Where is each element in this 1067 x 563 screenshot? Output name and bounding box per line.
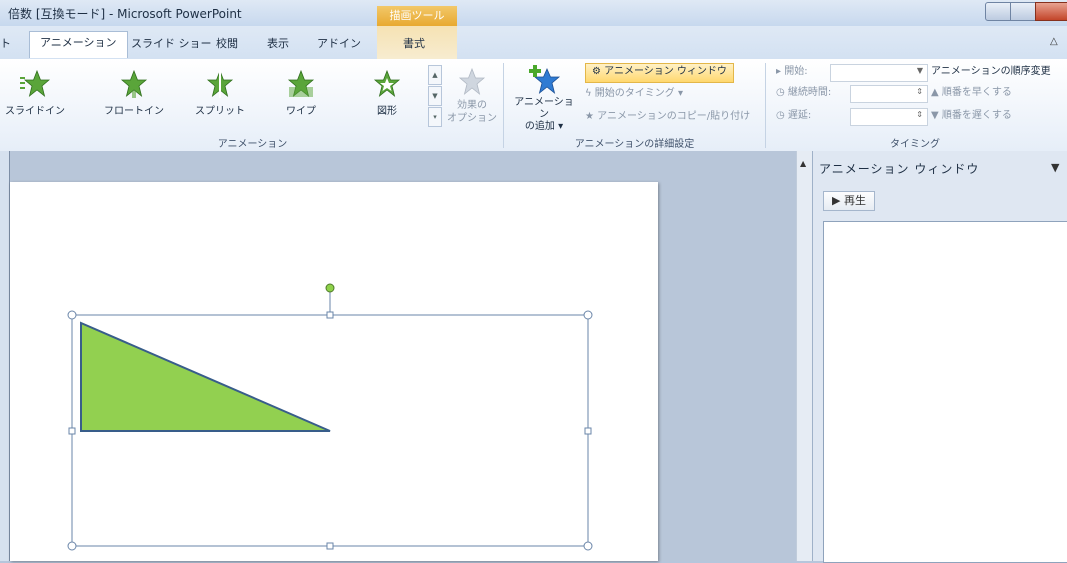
- clock-icon: ◷: [776, 87, 785, 98]
- move-earlier-button[interactable]: ▲ 順番を早くする: [931, 85, 1012, 101]
- slides-panel-edge[interactable]: [0, 151, 10, 561]
- delay-label: 遅延:: [787, 110, 812, 121]
- add-animation-label-2: の追加 ▾: [524, 121, 564, 132]
- gallery-up-button[interactable]: ▲: [428, 65, 442, 85]
- tab-addins[interactable]: アドイン: [317, 33, 361, 57]
- animation-pane-title: アニメーション ウィンドウ: [819, 162, 980, 176]
- slide-in-star-icon: [20, 69, 50, 98]
- reorder-title: アニメーションの順序変更: [931, 66, 1051, 77]
- resize-handle-s[interactable]: [326, 542, 334, 550]
- animation-window-button[interactable]: ⚙ アニメーション ウィンドウ: [585, 63, 734, 83]
- tab-slide-show[interactable]: スライド ショー: [131, 33, 212, 57]
- title-bar: 倍数 [互換モード] - Microsoft PowerPoint 描画ツール: [0, 0, 1067, 26]
- tab-animations[interactable]: アニメーション: [29, 31, 128, 58]
- tab-review[interactable]: 校閲: [216, 33, 238, 57]
- wipe-star-icon: [287, 69, 315, 98]
- close-button[interactable]: [1035, 2, 1067, 21]
- play-icon: ▸: [776, 66, 782, 77]
- effect-options-star-icon: [458, 67, 486, 96]
- resize-handle-n[interactable]: [326, 311, 334, 319]
- animation-label: フロートイン: [104, 106, 164, 117]
- add-animation-icon: [529, 65, 561, 95]
- tab-partial[interactable]: ト: [0, 33, 11, 57]
- animation-painter-button[interactable]: ★ アニメーションのコピー/貼り付け: [585, 109, 750, 127]
- group-label-timing: タイミング: [890, 139, 940, 150]
- effect-options-label-1: 効果の: [457, 100, 487, 111]
- animation-window-icon: ⚙: [592, 66, 601, 77]
- lightning-icon: ϟ: [585, 88, 592, 99]
- trigger-label: 開始のタイミング: [594, 88, 675, 99]
- ribbon: スライドイン フロートイン スプリット ワイプ 図形 ▲ ▼ ▾ 効果の オプシ…: [0, 59, 1067, 152]
- animation-label: 図形: [377, 106, 397, 117]
- timing-start-row: ▸ 開始:: [776, 63, 808, 81]
- animation-label: スライドイン: [5, 106, 65, 117]
- vertical-scrollbar[interactable]: ▲: [796, 151, 813, 561]
- clock-icon: ◷: [776, 110, 785, 121]
- effect-options-label-2: オプション: [447, 113, 497, 124]
- animation-shape[interactable]: 図形: [356, 63, 418, 123]
- maximize-button[interactable]: [1010, 2, 1036, 21]
- move-later-label: 順番を遅くする: [941, 110, 1012, 121]
- slide-canvas[interactable]: [10, 182, 658, 561]
- scroll-up-icon[interactable]: ▲: [800, 159, 806, 168]
- play-label: 再生: [843, 194, 866, 207]
- delay-spinner[interactable]: ⇕: [850, 108, 928, 126]
- group-label-animation: アニメーション: [217, 139, 288, 150]
- animation-pane: アニメーション ウィンドウ ▼ ▶ 再生: [812, 151, 1067, 563]
- timing-delay-row: ◷ 遅延:: [776, 107, 811, 125]
- add-animation-button[interactable]: アニメーション の追加 ▾: [512, 63, 576, 133]
- play-button[interactable]: ▶ 再生: [823, 191, 875, 211]
- animation-split[interactable]: スプリット: [189, 63, 251, 123]
- down-triangle-icon: ▼: [931, 110, 939, 121]
- move-earlier-label: 順番を早くする: [941, 87, 1012, 98]
- gallery-down-button[interactable]: ▼: [428, 86, 442, 106]
- pane-options-icon[interactable]: ▼: [1051, 161, 1059, 174]
- rotation-handle[interactable]: [325, 283, 335, 293]
- group-separator: [503, 63, 504, 148]
- animation-slide-in[interactable]: スライドイン: [4, 63, 66, 123]
- effect-options-button[interactable]: 効果の オプション: [446, 63, 498, 133]
- start-dropdown[interactable]: ▼: [830, 64, 928, 82]
- window-title: 倍数 [互換モード] - Microsoft PowerPoint: [8, 7, 242, 21]
- animation-wipe[interactable]: ワイプ: [270, 63, 332, 123]
- slide-drawing: [67, 283, 593, 551]
- animation-label: スプリット: [195, 106, 245, 117]
- animation-window-label: アニメーション ウィンドウ: [604, 66, 727, 77]
- trigger-button[interactable]: ϟ 開始のタイミング ▾: [585, 86, 683, 104]
- animation-list[interactable]: [823, 221, 1067, 563]
- tab-view[interactable]: 表示: [267, 33, 289, 57]
- split-star-icon: [206, 69, 234, 98]
- animation-label: ワイプ: [286, 106, 316, 117]
- animation-float-in[interactable]: フロートイン: [103, 63, 165, 123]
- duration-spinner[interactable]: ⇕: [850, 85, 928, 103]
- painter-icon: ★: [585, 111, 594, 122]
- add-animation-label-1: アニメーション: [514, 97, 574, 120]
- play-icon: ▶: [832, 194, 841, 207]
- gallery-scroll: ▲ ▼ ▾: [428, 65, 442, 127]
- tab-format[interactable]: 書式: [403, 33, 425, 57]
- timing-duration-row: ◷ 継続時間:: [776, 84, 831, 102]
- resize-handle-ne[interactable]: [583, 310, 593, 320]
- resize-handle-sw[interactable]: [67, 541, 77, 551]
- resize-handle-se[interactable]: [583, 541, 593, 551]
- shape-star-icon: [373, 69, 401, 98]
- start-label: 開始:: [784, 66, 808, 77]
- move-later-button[interactable]: ▼ 順番を遅くする: [931, 108, 1012, 124]
- resize-handle-e[interactable]: [584, 427, 592, 435]
- ribbon-collapse-icon[interactable]: △: [1050, 36, 1058, 47]
- float-in-star-icon: [120, 69, 148, 98]
- group-label-advanced: アニメーションの詳細設定: [574, 139, 695, 150]
- group-separator: [765, 63, 766, 148]
- resize-handle-nw[interactable]: [67, 310, 77, 320]
- duration-label: 継続時間:: [787, 87, 832, 98]
- minimize-button[interactable]: [985, 2, 1011, 21]
- gallery-more-button[interactable]: ▾: [428, 107, 442, 127]
- painter-label: アニメーションのコピー/貼り付け: [597, 111, 751, 122]
- up-triangle-icon: ▲: [931, 87, 939, 98]
- resize-handle-w[interactable]: [68, 427, 76, 435]
- right-triangle-shape[interactable]: [80, 321, 331, 432]
- context-tab-group-drawing-tools: 描画ツール: [377, 6, 457, 26]
- ribbon-tabs: ト アニメーション スライド ショー 校閲 表示 アドイン 書式 △: [0, 26, 1067, 59]
